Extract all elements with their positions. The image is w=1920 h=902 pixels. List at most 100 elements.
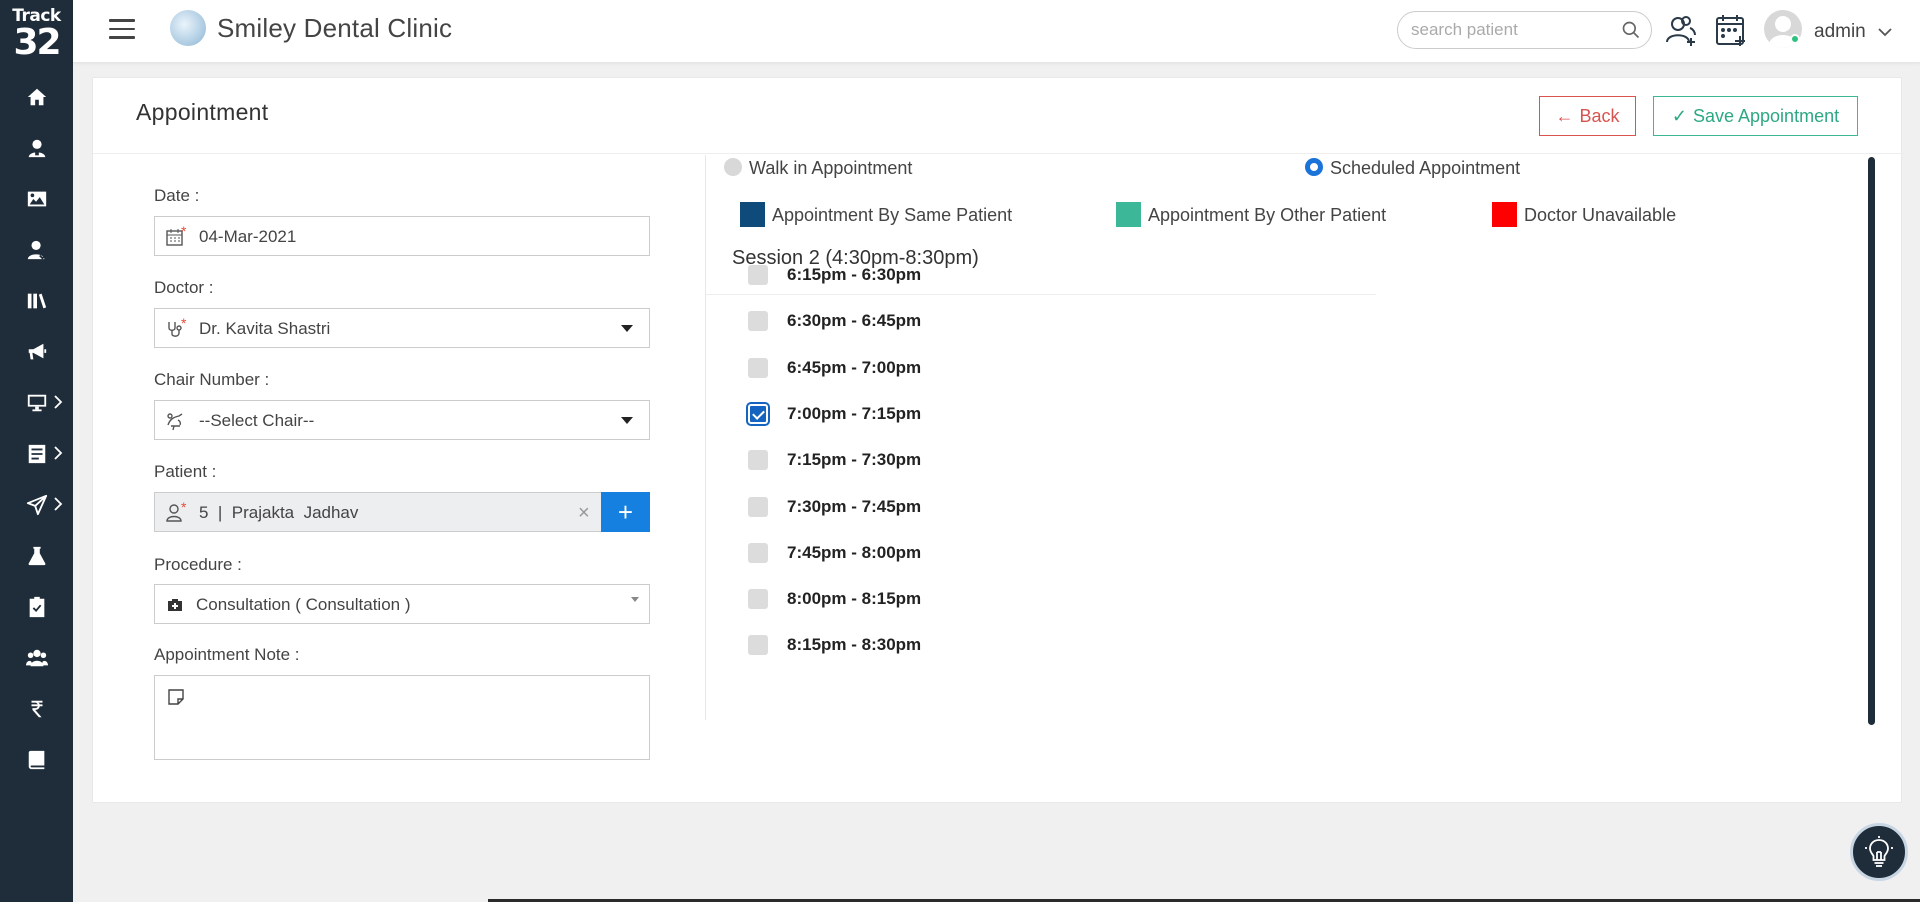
appointment-note-textarea[interactable] — [154, 675, 650, 760]
doctor-icon — [27, 240, 48, 260]
time-slot-label[interactable]: 7:45pm - 8:00pm — [787, 543, 921, 563]
chevron-right-icon — [53, 497, 65, 511]
back-button-label: Back — [1579, 105, 1620, 126]
sidebar-item-tasks[interactable] — [0, 587, 73, 627]
logo-line2: 32 — [13, 22, 61, 63]
sidebar-item-reports[interactable] — [0, 434, 73, 474]
add-patient-button[interactable]: + — [601, 492, 650, 532]
patient-icon — [28, 139, 45, 158]
caret-down-icon — [631, 597, 639, 602]
time-slot-label[interactable]: 6:15pm - 6:30pm — [787, 265, 921, 285]
sidebar-item-campaigns[interactable] — [0, 332, 73, 372]
time-slot-label[interactable]: 7:30pm - 7:45pm — [787, 497, 921, 517]
book-icon — [28, 750, 44, 770]
clinic-logo — [170, 10, 206, 46]
chair-label: Chair Number : — [154, 370, 270, 389]
scheduled-label[interactable]: Scheduled Appointment — [1330, 158, 1520, 179]
doctor-value: Dr. Kavita Shastri — [199, 319, 331, 338]
date-label: Date : — [154, 186, 200, 205]
app-logo[interactable]: Track 32 — [0, 8, 73, 61]
sidebar-item-messaging[interactable] — [0, 485, 73, 525]
time-slot-label[interactable]: 7:00pm - 7:15pm — [787, 404, 921, 424]
doctor-label: Doctor : — [154, 278, 214, 297]
doctor-select[interactable]: * Dr. Kavita Shastri — [154, 308, 650, 348]
time-slot-label[interactable]: 6:45pm - 7:00pm — [787, 358, 921, 378]
time-slot-checkbox[interactable] — [748, 403, 768, 424]
sidebar-item-doctors[interactable] — [0, 230, 73, 270]
procedure-value: Consultation ( Consultation ) — [196, 595, 411, 614]
time-slot-checkbox[interactable] — [748, 542, 768, 563]
page-title: Appointment — [136, 99, 269, 125]
add-appointment-icon[interactable] — [1713, 12, 1749, 48]
sidebar-item-home[interactable] — [0, 77, 73, 117]
chair-select[interactable]: --Select Chair-- — [154, 400, 650, 440]
users-icon — [25, 649, 48, 667]
patient-value: 5 | Prajakta Jadhav — [199, 503, 359, 522]
time-slot-label[interactable]: 8:15pm - 8:30pm — [787, 635, 921, 655]
time-slot-checkbox[interactable] — [748, 450, 768, 471]
scheduled-radio[interactable] — [1305, 158, 1323, 176]
sidebar-item-lab[interactable] — [0, 536, 73, 576]
time-slot-label[interactable]: 8:00pm - 8:15pm — [787, 589, 921, 609]
date-value: 04-Mar-2021 — [199, 227, 297, 246]
medkit-icon — [168, 599, 182, 611]
online-status-badge — [1790, 34, 1800, 44]
caret-down-icon — [621, 417, 633, 424]
walk-in-label[interactable]: Walk in Appointment — [749, 158, 912, 179]
help-tips-button[interactable] — [1850, 823, 1908, 881]
sidebar-item-display[interactable] — [0, 383, 73, 423]
walk-in-radio[interactable] — [724, 158, 742, 176]
legend-swatch-same-patient — [740, 202, 765, 227]
sidebar-item-staff[interactable] — [0, 638, 73, 678]
appointment-card: Appointment ← Back ✓ Save Appointment Da… — [92, 77, 1903, 803]
top-header: Smiley Dental Clinic admin — [73, 0, 1920, 63]
search-icon[interactable] — [1621, 20, 1641, 40]
chevron-down-icon[interactable] — [1878, 24, 1892, 37]
add-patient-icon[interactable] — [1663, 12, 1699, 48]
procedure-select[interactable]: Consultation ( Consultation ) — [154, 584, 650, 624]
clear-icon[interactable]: × — [578, 502, 590, 525]
time-slot-checkbox[interactable] — [748, 496, 768, 517]
sidebar: Track 32 — [0, 0, 73, 902]
note-icon — [168, 689, 184, 705]
time-slot-checkbox[interactable] — [748, 589, 768, 610]
legend-swatch-other-patient — [1116, 202, 1141, 227]
sidebar-item-library[interactable] — [0, 281, 73, 321]
send-icon — [26, 494, 47, 516]
sidebar-item-finance[interactable] — [0, 689, 73, 729]
legend-other-patient: Appointment By Other Patient — [1148, 205, 1387, 225]
save-appointment-button[interactable]: ✓ Save Appointment — [1653, 96, 1858, 136]
patient-label: Patient : — [154, 462, 217, 481]
date-field[interactable]: * 04-Mar-2021 — [154, 216, 650, 256]
time-slot-label[interactable]: 6:30pm - 6:45pm — [787, 311, 921, 331]
sidebar-item-patients[interactable] — [0, 128, 73, 168]
time-slot-checkbox[interactable] — [748, 635, 768, 656]
required-mark: * — [181, 315, 187, 331]
note-label: Appointment Note : — [154, 645, 300, 664]
clipboard-check-icon — [29, 596, 44, 618]
megaphone-icon — [28, 343, 46, 360]
card-header: Appointment ← Back ✓ Save Appointment — [93, 78, 1903, 154]
monitor-icon — [27, 394, 46, 412]
time-slot-checkbox[interactable] — [748, 311, 768, 332]
sidebar-item-manual[interactable] — [0, 740, 73, 780]
patient-field[interactable]: * 5 | Prajakta Jadhav × — [154, 492, 602, 532]
chair-value: --Select Chair-- — [199, 411, 315, 430]
user-name[interactable]: admin — [1814, 21, 1866, 43]
patient-search[interactable] — [1397, 11, 1652, 49]
library-icon — [27, 293, 46, 309]
search-input[interactable] — [1411, 20, 1611, 40]
save-button-label: Save Appointment — [1692, 105, 1840, 126]
arrow-left-icon: ← — [1555, 105, 1574, 126]
required-mark: * — [181, 223, 187, 239]
required-mark: * — [181, 499, 187, 515]
time-slot-label[interactable]: 7:15pm - 7:30pm — [787, 450, 921, 470]
time-slot-checkbox[interactable] — [748, 265, 768, 285]
menu-toggle-icon[interactable] — [109, 19, 135, 43]
back-button[interactable]: ← Back — [1539, 96, 1636, 136]
legend-swatch-doctor-unavailable — [1492, 202, 1517, 227]
time-slot-checkbox[interactable] — [748, 357, 768, 378]
clinic-name: Smiley Dental Clinic — [217, 13, 453, 43]
scrollbar[interactable] — [1868, 157, 1875, 725]
sidebar-item-gallery[interactable] — [0, 179, 73, 219]
